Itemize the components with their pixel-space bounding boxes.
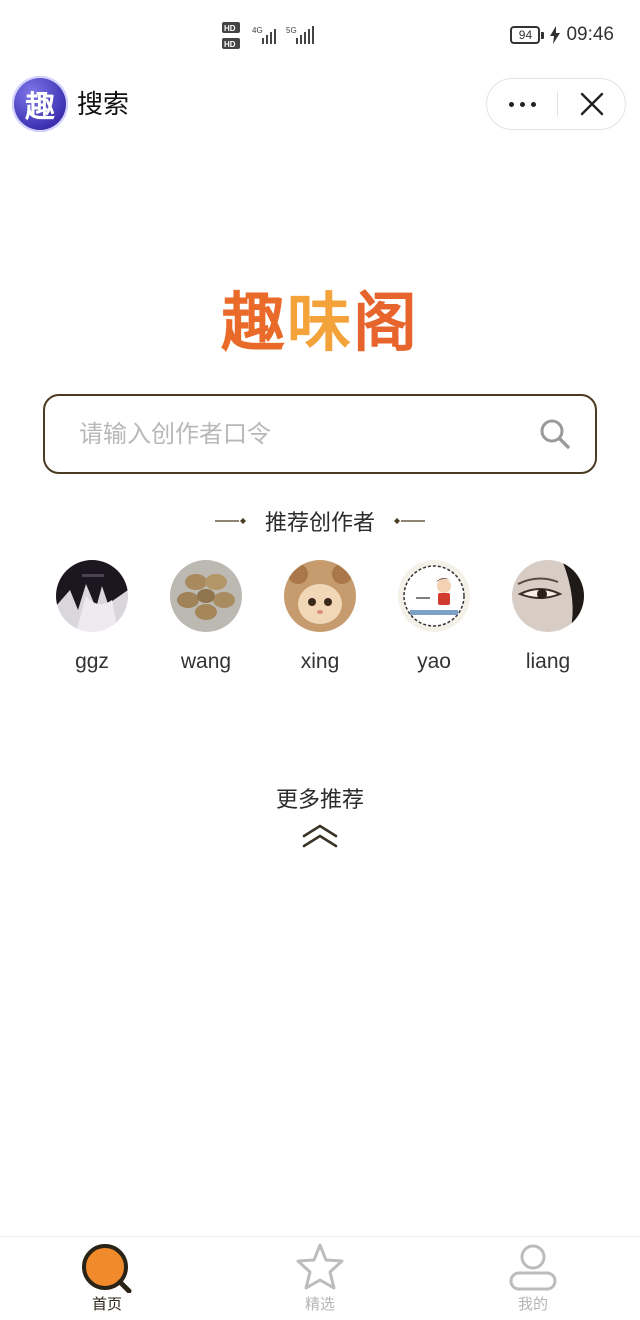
search-icon[interactable]: [539, 418, 571, 450]
tab-label: 首页: [91, 1295, 122, 1313]
creator-name: yao: [417, 650, 451, 673]
clock: 09:46: [566, 24, 614, 45]
search-home-icon: [82, 1244, 132, 1293]
recommend-title: 推荐创作者: [264, 511, 375, 536]
tab-bar: 首页 精选 我的: [0, 1236, 640, 1320]
mini-program-capsule: [486, 78, 626, 130]
tab-mine[interactable]: 我的: [473, 1241, 593, 1314]
title-bar: 趣 搜索: [0, 72, 640, 136]
search-box[interactable]: [43, 394, 597, 474]
creator-name: liang: [525, 650, 571, 673]
tab-featured[interactable]: 精选: [260, 1241, 380, 1314]
brand-char-3: 阁: [353, 287, 419, 361]
avatar[interactable]: [170, 560, 242, 632]
page-title: 搜索: [77, 90, 130, 120]
creator-name: ggz: [75, 650, 109, 673]
double-chevron-up-icon[interactable]: [302, 822, 338, 848]
search-input[interactable]: [79, 396, 519, 472]
avatar[interactable]: [284, 560, 356, 632]
svg-text:4G: 4G: [252, 26, 263, 35]
user-icon: [509, 1244, 557, 1291]
charging-icon: [550, 26, 561, 44]
more-recommend-label: 更多推荐: [275, 788, 364, 813]
star-icon: [296, 1243, 344, 1290]
close-icon: [580, 92, 604, 116]
creator-item-xing[interactable]: xing: [263, 560, 377, 674]
left-ornament-icon: [214, 518, 246, 524]
battery-icon: 94: [510, 26, 545, 44]
more-options-button[interactable]: [487, 79, 557, 129]
tab-home[interactable]: 首页: [47, 1241, 167, 1314]
brand-char-2: 味: [287, 287, 353, 361]
creator-item-wang[interactable]: wang: [149, 560, 263, 674]
tab-label: 精选: [304, 1295, 335, 1313]
svg-text:HD: HD: [224, 40, 236, 49]
recommend-header: 推荐创作者: [0, 504, 640, 538]
creator-item-liang[interactable]: liang: [491, 560, 605, 674]
battery-level: 94: [510, 26, 541, 44]
creator-item-yao[interactable]: yao: [377, 560, 491, 674]
app-logo: 趣: [12, 76, 68, 132]
close-button[interactable]: [558, 79, 626, 129]
avatar[interactable]: [398, 560, 470, 632]
creator-item-ggz[interactable]: ggz: [35, 560, 149, 674]
avatar[interactable]: [56, 560, 128, 632]
status-bar: HD HD 4G 5G 94 09:46: [0, 0, 640, 72]
tab-label: 我的: [517, 1295, 548, 1313]
svg-text:5G: 5G: [286, 26, 297, 35]
creator-name: xing: [300, 650, 340, 673]
creator-name: wang: [180, 650, 232, 673]
more-recommend-button[interactable]: 更多推荐: [0, 782, 640, 848]
avatar[interactable]: [512, 560, 584, 632]
right-ornament-icon: [394, 518, 425, 524]
brand-logo: 趣味阁: [0, 272, 640, 364]
svg-text:HD: HD: [224, 24, 236, 33]
status-right: 94 09:46: [510, 24, 614, 46]
brand-char-1: 趣: [221, 287, 287, 361]
network-signal-icon: HD HD 4G 5G: [222, 22, 314, 49]
